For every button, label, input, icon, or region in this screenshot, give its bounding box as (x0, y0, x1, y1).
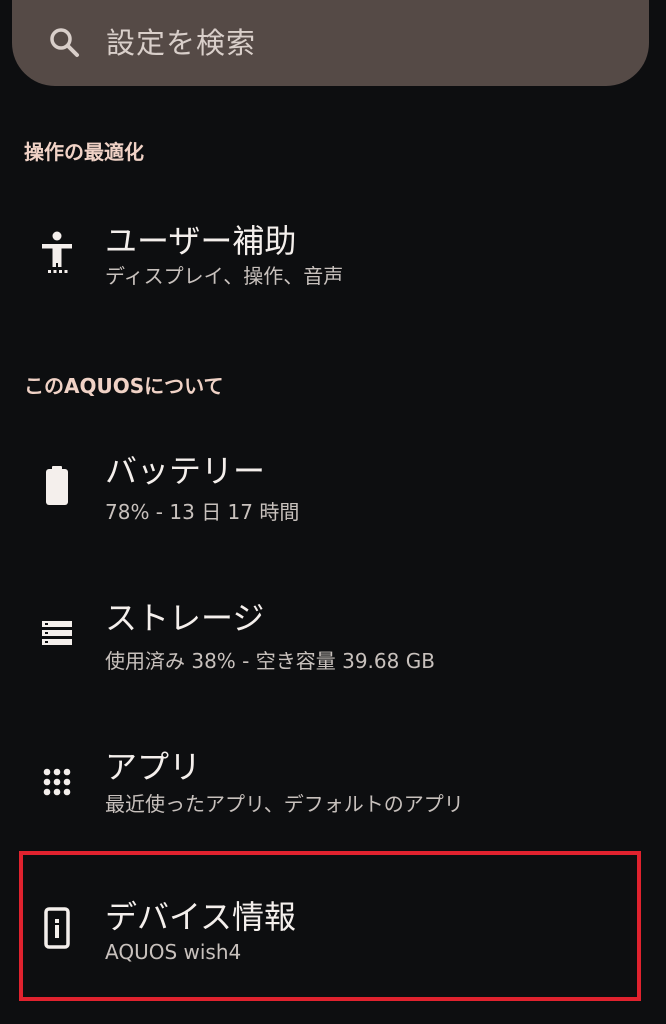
settings-item-storage[interactable]: ストレージ 使用済み 38% - 空き容量 39.68 GB (0, 585, 666, 695)
section-header-about-device: このAQUOSについて (24, 374, 224, 398)
item-subtitle: 使用済み 38% - 空き容量 39.68 GB (105, 649, 435, 673)
settings-item-battery[interactable]: バッテリー 78% - 13 日 17 時間 (0, 440, 666, 550)
item-title: ストレージ (105, 599, 265, 637)
search-bar[interactable]: 設定を検索 (12, 0, 649, 86)
item-title: ユーザー補助 (105, 222, 297, 260)
storage-icon (42, 621, 72, 645)
settings-item-apps[interactable]: アプリ 最近使ったアプリ、デフォルトのアプリ (0, 730, 666, 840)
item-title: アプリ (105, 748, 202, 786)
settings-item-accessibility[interactable]: ユーザー補助 ディスプレイ、操作、音声 (0, 200, 666, 310)
item-title: バッテリー (105, 452, 266, 490)
search-icon (50, 28, 79, 57)
item-subtitle: AQUOS wish4 (105, 940, 242, 964)
item-subtitle: ディスプレイ、操作、音声 (105, 264, 344, 288)
battery-icon (46, 466, 68, 505)
search-placeholder: 設定を検索 (106, 26, 257, 60)
item-subtitle: 78% - 13 日 17 時間 (105, 500, 300, 524)
accessibility-icon (42, 231, 72, 273)
settings-item-device-info[interactable]: デバイス情報 AQUOS wish4 (0, 880, 666, 990)
settings-screen: 設定を検索 操作の最適化 ユーザー補助 ディスプレイ、操作、音声 このAQUOS… (0, 0, 666, 1024)
apps-grid-icon (43, 768, 71, 796)
device-info-icon (44, 907, 70, 949)
item-title: デバイス情報 (105, 898, 297, 936)
item-subtitle: 最近使ったアプリ、デフォルトのアプリ (105, 792, 464, 816)
section-header-optimization: 操作の最適化 (24, 140, 144, 164)
